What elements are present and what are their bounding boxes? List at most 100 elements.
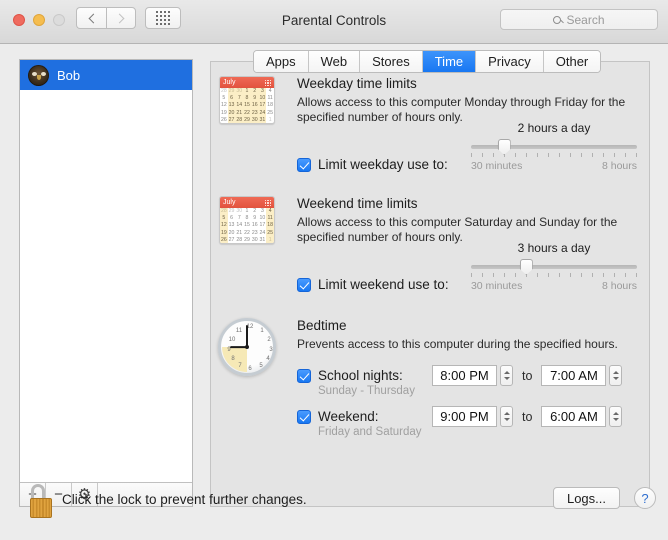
school-nights-checkbox[interactable] xyxy=(297,368,311,383)
weekday-slider[interactable]: 2 hours a day 30 minutes 8 hours xyxy=(470,121,637,172)
clock-center-pin xyxy=(245,345,249,349)
calendar-day: 1 xyxy=(266,236,274,243)
user-name: Bob xyxy=(57,67,81,83)
search-input[interactable]: Search xyxy=(500,9,658,30)
slider-tick xyxy=(635,273,637,277)
slider-tick xyxy=(470,273,472,277)
weekend-slider-track[interactable] xyxy=(470,259,637,275)
calendar-day: 13 xyxy=(227,102,236,110)
calendar-day: 28 xyxy=(220,208,228,216)
owl-avatar-icon xyxy=(28,64,49,86)
weekend-slider-value: 3 hours a day xyxy=(517,241,591,255)
calendar-day: 8 xyxy=(245,215,249,222)
slider-tick xyxy=(514,273,516,277)
slider-tick xyxy=(558,273,560,277)
calendar-day: 12 xyxy=(220,102,227,109)
school-nights-start-stepper[interactable] xyxy=(500,365,513,386)
weekend-slider-max: 8 hours xyxy=(601,280,637,292)
weekend-slider[interactable]: 3 hours a day 30 minutes 8 hours xyxy=(470,241,637,292)
calendar-dots-icon xyxy=(264,200,271,207)
calendar-day: 30 xyxy=(250,116,259,123)
clock-num-1: 1 xyxy=(260,328,264,334)
limit-weekday-checkbox-row[interactable]: Limit weekday use to: xyxy=(297,157,471,172)
unlocked-padlock-icon[interactable] xyxy=(28,484,54,518)
slider-tick xyxy=(536,273,538,277)
calendar-month-header: July xyxy=(220,197,274,208)
calendar-day: 29 xyxy=(227,88,236,96)
chevron-down-icon xyxy=(503,377,510,380)
limit-weekday-label: Limit weekday use to: xyxy=(318,157,448,172)
limit-weekday-checkbox[interactable] xyxy=(297,157,311,172)
weekend-bedtime-start-field[interactable]: 9:00 PM xyxy=(432,406,497,427)
weekday-slider-track[interactable] xyxy=(470,139,637,155)
tab-privacy[interactable]: Privacy xyxy=(476,51,544,72)
limit-weekend-checkbox-row[interactable]: Limit weekend use to: xyxy=(297,277,471,292)
weekend-bedtime-checkbox-row[interactable]: Weekend: xyxy=(297,409,432,424)
tab-time[interactable]: Time xyxy=(422,51,477,72)
search-placeholder: Search xyxy=(566,12,605,27)
chevron-up-icon xyxy=(612,371,619,374)
calendar-day: 4 xyxy=(268,88,272,94)
slider-tick xyxy=(569,153,571,157)
school-nights-end-field[interactable]: 7:00 AM xyxy=(541,365,607,386)
weekend-bedtime-checkbox[interactable] xyxy=(297,409,311,424)
slider-tick xyxy=(580,153,582,157)
logs-button[interactable]: Logs... xyxy=(552,487,620,509)
calendar-weekend-grid: 28 29 30 1 2 3 4 5 6 7 8 9 10 11 12 13 14 15 16 17 18 19 20 21 2… xyxy=(220,208,274,243)
school-nights-sublabel: Sunday - Thursday xyxy=(318,385,415,397)
calendar-day: 4 xyxy=(266,208,274,216)
slider-tick xyxy=(492,273,494,277)
slider-tick xyxy=(569,273,571,277)
school-nights-to-label: to xyxy=(522,368,533,383)
slider-tick xyxy=(547,153,549,157)
weekend-bedtime-end-stepper[interactable] xyxy=(609,406,623,427)
school-nights-end-stepper[interactable] xyxy=(609,365,623,386)
calendar-day: 17 xyxy=(259,222,266,229)
bedtime-description: Prevents access to this computer during … xyxy=(297,337,618,351)
calendar-day: 28 xyxy=(236,236,243,243)
calendar-day: 19 xyxy=(220,229,228,237)
tab-stores[interactable]: Stores xyxy=(360,51,423,72)
weekday-text-column: Weekday time limits Allows access to thi… xyxy=(297,76,649,172)
slider-tick xyxy=(591,273,593,277)
slider-tick xyxy=(525,153,527,157)
bedtime-icon-column: 12 1 2 3 4 5 6 7 8 9 10 11 xyxy=(218,318,282,376)
tab-other[interactable]: Other xyxy=(543,51,601,72)
list-item[interactable]: Bob xyxy=(20,60,192,90)
weekend-bedtime-label: Weekend: xyxy=(318,409,379,424)
weekend-bedtime-start-stepper[interactable] xyxy=(500,406,513,427)
slider-tick xyxy=(481,273,483,277)
time-settings-panel: July 28 29 30 1 2 3 4 5 6 7 8 9 10 11 12 13 14 15 16 17 18 19… xyxy=(210,61,650,507)
weekday-slider-max: 8 hours xyxy=(601,160,637,172)
slider-tick xyxy=(580,273,582,277)
limit-weekend-checkbox[interactable] xyxy=(297,277,311,292)
school-nights-checkbox-row[interactable]: School nights: xyxy=(297,368,432,383)
calendar-day: 11 xyxy=(266,215,274,223)
chevron-down-icon xyxy=(612,418,619,421)
calendar-weekday-grid: 28 29 30 1 2 3 4 5 6 7 8 9 10 11 12 13 14 15 16 17 18 19 20 21 2… xyxy=(220,88,274,123)
weekend-bedtime-end-field[interactable]: 6:00 AM xyxy=(541,406,607,427)
calendar-day: 22 xyxy=(243,109,251,117)
weekday-slider-ticks xyxy=(470,153,637,157)
calendar-day: 30 xyxy=(235,88,244,96)
slider-tick xyxy=(613,153,615,157)
school-nights-start-field[interactable]: 8:00 PM xyxy=(432,365,497,386)
calendar-weekend-icon: July 28 29 30 1 2 3 4 5 6 7 8 9 10 11 12 13 14 15 16 17 18 19… xyxy=(219,196,275,244)
calendar-day: 31 xyxy=(259,236,266,243)
calendar-day: 26 xyxy=(220,236,228,243)
slider-tick xyxy=(481,153,483,157)
calendar-day: 13 xyxy=(228,222,235,229)
weekend-bedtime-labels: Weekend: Friday and Saturday xyxy=(297,409,432,438)
slider-tick xyxy=(591,153,593,157)
tab-apps[interactable]: Apps xyxy=(254,51,309,72)
help-button[interactable]: ? xyxy=(634,487,656,509)
weekend-icon-column: July 28 29 30 1 2 3 4 5 6 7 8 9 10 11 12 13 14 15 16 17 18 19… xyxy=(219,196,283,244)
weekend-slider-ticks xyxy=(470,273,637,277)
school-nights-labels: School nights: Sunday - Thursday xyxy=(297,368,432,397)
calendar-day: 15 xyxy=(244,222,250,229)
tab-web[interactable]: Web xyxy=(308,51,361,72)
calendar-day: 9 xyxy=(250,95,259,103)
calendar-day: 12 xyxy=(220,222,228,230)
search-icon xyxy=(553,15,562,24)
calendar-day: 2 xyxy=(250,88,259,96)
